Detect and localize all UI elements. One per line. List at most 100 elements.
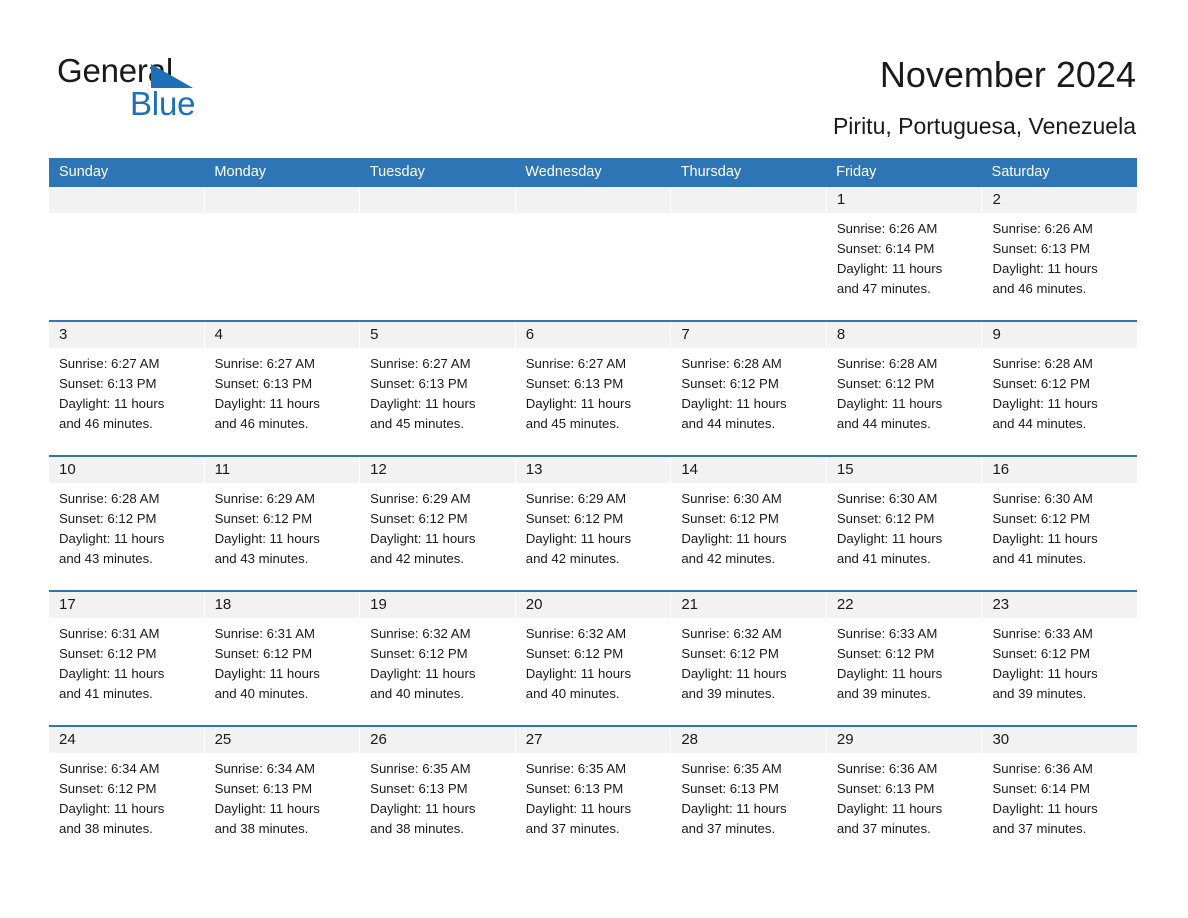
day-sunset-text: Sunset: 6:12 PM [214,511,313,526]
day-sunrise-text: Sunrise: 6:33 AM [992,626,1093,641]
day-cell[interactable]: 25 Sunrise: 6:34 AM Sunset: 6:13 PM Dayligh… [204,727,361,860]
day-daylight-cont-text: and 42 minutes. [370,551,464,566]
day-number: 29 [836,731,854,748]
day-cell[interactable]: 7 Sunrise: 6:28 AM Sunset: 6:12 PM Daylight… [671,322,827,455]
day-cell[interactable]: 19 Sunrise: 6:32 AM Sunset: 6:12 PM Dayligh… [360,592,516,725]
day-daylight-cont-text: and 38 minutes. [370,821,464,836]
day-details: Sunrise: 6:35 AM Sunset: 6:13 PM Daylight:… [516,753,671,839]
day-daylight-cont-text: and 38 minutes. [59,821,153,836]
day-daylight-cont-text: and 44 minutes. [681,416,776,431]
day-cell[interactable]: 24 Sunrise: 6:34 AM Sunset: 6:12 PM Dayligh… [49,727,205,860]
day-cell[interactable]: 22 Sunrise: 6:33 AM Sunset: 6:12 PM Dayligh… [826,592,983,725]
day-daylight-text: Daylight: 11 hours [681,801,787,816]
day-sunrise-text: Sunrise: 6:35 AM [525,761,627,776]
day-number-band: 11 [204,457,360,483]
day-cell[interactable]: 3 Sunrise: 6:27 AM Sunset: 6:13 PM Daylight… [49,322,205,455]
day-cell[interactable]: 29 Sunrise: 6:36 AM Sunset: 6:13 PM Dayligh… [826,727,983,860]
weekday-header-wednesday: Wednesday [525,164,602,180]
day-sunset-text: Sunset: 6:13 PM [370,376,468,391]
day-cell[interactable]: 5 Sunrise: 6:27 AM Sunset: 6:13 PM Daylight… [360,322,516,455]
calendar-weeks: 1 Sunrise: 6:26 AM Sunset: 6:14 PM Daylight… [49,187,1138,860]
day-details [205,213,360,219]
day-details: Sunrise: 6:30 AM Sunset: 6:12 PM Daylight:… [671,483,826,569]
day-cell[interactable]: 11 Sunrise: 6:29 AM Sunset: 6:12 PM Dayligh… [204,457,361,590]
day-daylight-text: Daylight: 11 hours [992,261,1098,276]
day-daylight-text: Daylight: 11 hours [59,396,165,411]
day-number: 10 [59,461,76,478]
day-cell[interactable]: 17 Sunrise: 6:31 AM Sunset: 6:12 PM Dayligh… [49,592,205,725]
day-sunset-text: Sunset: 6:12 PM [59,781,157,796]
day-sunrise-text: Sunrise: 6:26 AM [836,221,938,236]
day-daylight-text: Daylight: 11 hours [836,531,943,546]
page-subtitle-location: Piritu, Portuguesa, Venezuela [832,113,1136,139]
day-daylight-text: Daylight: 11 hours [214,396,320,411]
page-header: General Blue November 2024 Piritu, Portu… [0,0,1188,155]
day-daylight-cont-text: and 44 minutes. [836,416,931,431]
day-sunrise-text: Sunrise: 6:32 AM [525,626,627,641]
day-cell[interactable]: 9 Sunrise: 6:28 AM Sunset: 6:12 PM Daylight… [982,322,1138,455]
day-cell[interactable]: 21 Sunrise: 6:32 AM Sunset: 6:12 PM Dayligh… [671,592,827,725]
day-number: 18 [214,596,232,613]
day-number-band: 24 [49,727,204,753]
day-cell[interactable]: 4 Sunrise: 6:27 AM Sunset: 6:13 PM Daylight… [204,322,361,455]
week-cells: 17 Sunrise: 6:31 AM Sunset: 6:12 PM Dayligh… [49,592,1138,725]
day-daylight-text: Daylight: 11 hours [370,801,476,816]
day-number: 7 [681,326,690,343]
day-cell[interactable]: 10 Sunrise: 6:28 AM Sunset: 6:12 PM Dayligh… [49,457,205,590]
day-daylight-cont-text: and 47 minutes. [836,281,931,296]
day-number: 28 [681,731,698,748]
day-cell[interactable]: 15 Sunrise: 6:30 AM Sunset: 6:12 PM Dayligh… [826,457,983,590]
day-number-band: 4 [204,322,360,348]
day-sunrise-text: Sunrise: 6:36 AM [992,761,1093,776]
day-number-band: 18 [204,592,360,618]
day-cell[interactable]: 14 Sunrise: 6:30 AM Sunset: 6:12 PM Dayligh… [671,457,827,590]
day-cell[interactable]: 8 Sunrise: 6:28 AM Sunset: 6:12 PM Daylight… [826,322,983,455]
day-cell[interactable]: 27 Sunrise: 6:35 AM Sunset: 6:13 PM Dayligh… [515,727,672,860]
general-blue-logo[interactable]: General Blue [57,52,357,124]
day-cell[interactable]: 13 Sunrise: 6:29 AM Sunset: 6:12 PM Dayligh… [515,457,672,590]
day-sunset-text: Sunset: 6:13 PM [525,376,624,391]
day-cell[interactable]: 23 Sunrise: 6:33 AM Sunset: 6:12 PM Dayligh… [982,592,1138,725]
day-sunrise-text: Sunrise: 6:36 AM [836,761,938,776]
day-details: Sunrise: 6:35 AM Sunset: 6:13 PM Daylight:… [360,753,515,839]
day-cell[interactable]: 18 Sunrise: 6:31 AM Sunset: 6:12 PM Dayligh… [204,592,361,725]
day-sunrise-text: Sunrise: 6:31 AM [214,626,316,641]
day-daylight-cont-text: and 45 minutes. [525,416,620,431]
day-cell[interactable]: 26 Sunrise: 6:35 AM Sunset: 6:13 PM Dayligh… [360,727,516,860]
day-daylight-text: Daylight: 11 hours [836,396,943,411]
day-sunrise-text: Sunrise: 6:28 AM [992,356,1093,371]
day-daylight-cont-text: and 37 minutes. [525,821,620,836]
day-cell[interactable]: 28 Sunrise: 6:35 AM Sunset: 6:13 PM Dayligh… [671,727,827,860]
day-details [671,213,826,219]
day-cell[interactable]: 2 Sunrise: 6:26 AM Sunset: 6:13 PM Daylight… [982,187,1138,320]
day-number-band: 1 [826,187,982,213]
day-sunset-text: Sunset: 6:13 PM [836,781,935,796]
day-sunset-text: Sunset: 6:13 PM [525,781,624,796]
day-daylight-cont-text: and 37 minutes. [836,821,931,836]
day-sunset-text: Sunset: 6:12 PM [370,511,468,526]
day-number: 20 [525,596,543,613]
day-cell[interactable]: 30 Sunrise: 6:36 AM Sunset: 6:14 PM Dayligh… [982,727,1138,860]
day-daylight-cont-text: and 37 minutes. [681,821,776,836]
day-details: Sunrise: 6:35 AM Sunset: 6:13 PM Daylight:… [671,753,826,839]
day-daylight-text: Daylight: 11 hours [214,666,320,681]
day-cell[interactable]: 6 Sunrise: 6:27 AM Sunset: 6:13 PM Daylight… [515,322,672,455]
day-cell[interactable]: 20 Sunrise: 6:32 AM Sunset: 6:12 PM Dayligh… [515,592,672,725]
day-sunrise-text: Sunrise: 6:35 AM [370,761,471,776]
day-number-band: 30 [982,727,1138,753]
day-number-band: 20 [515,592,671,618]
day-sunrise-text: Sunrise: 6:31 AM [59,626,160,641]
day-cell[interactable]: 1 Sunrise: 6:26 AM Sunset: 6:14 PM Daylight… [826,187,983,320]
day-details: Sunrise: 6:33 AM Sunset: 6:12 PM Daylight:… [982,618,1137,704]
day-cell[interactable]: 12 Sunrise: 6:29 AM Sunset: 6:12 PM Dayligh… [360,457,516,590]
weekday-header-row: Sunday Monday Tuesday Wednesday Thursday… [49,158,1137,187]
day-sunrise-text: Sunrise: 6:29 AM [525,491,627,506]
week-cells: 1 Sunrise: 6:26 AM Sunset: 6:14 PM Daylight… [49,187,1138,320]
day-cell[interactable]: 16 Sunrise: 6:30 AM Sunset: 6:12 PM Dayligh… [982,457,1138,590]
day-details: Sunrise: 6:34 AM Sunset: 6:12 PM Daylight:… [49,753,204,839]
day-daylight-text: Daylight: 11 hours [59,531,165,546]
day-details: Sunrise: 6:31 AM Sunset: 6:12 PM Daylight:… [205,618,360,704]
day-sunset-text: Sunset: 6:12 PM [836,511,935,526]
day-number: 26 [370,731,387,748]
day-number: 25 [214,731,232,748]
